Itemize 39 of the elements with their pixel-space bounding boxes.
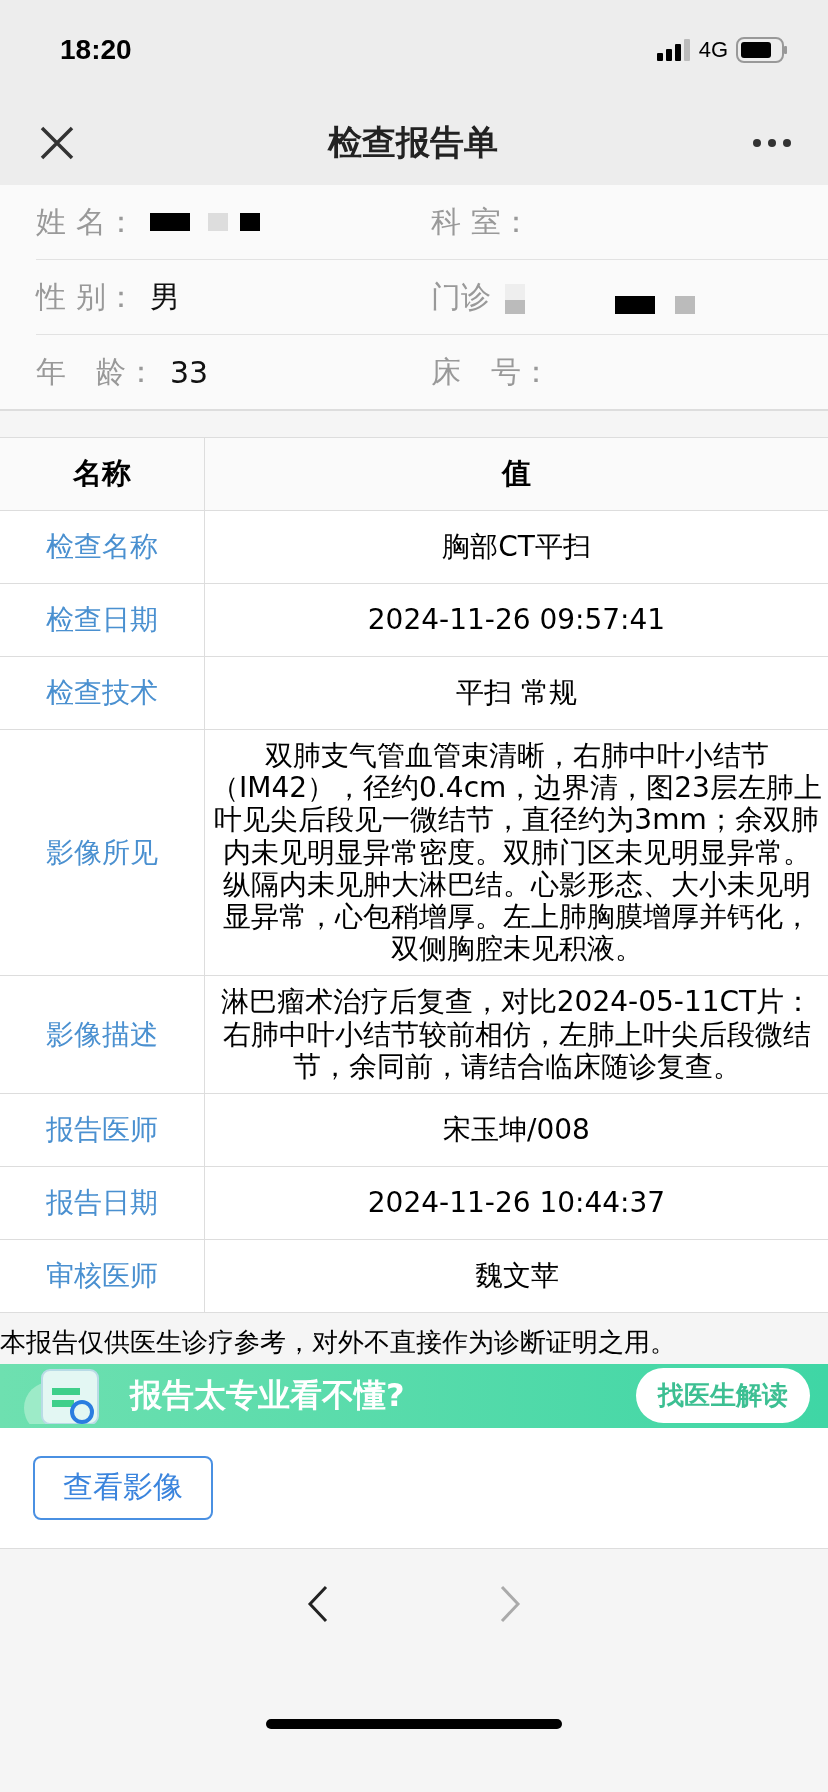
- field-label: 床 号：: [431, 352, 551, 391]
- table-cell-text: 宋玉坤/008: [442, 1111, 591, 1148]
- field-label: 科 室：: [431, 202, 531, 241]
- table-cell-text: 胸部CT平扫: [441, 528, 592, 565]
- network-label: 4G: [698, 37, 728, 63]
- disclaimer-text: 本报告仅供医生诊疗参考，对外不直接作为诊断证明之用。: [0, 1325, 677, 1359]
- more-icon[interactable]: [752, 137, 792, 148]
- table-cell-text: 影像所见: [46, 834, 158, 871]
- field-label: 姓 名：: [36, 202, 136, 241]
- view-images-button[interactable]: 查看影像: [33, 1455, 213, 1520]
- field-value: 男: [149, 277, 180, 316]
- field-label: 性 别：: [36, 277, 136, 316]
- table-cell-text: 检查日期: [46, 602, 158, 638]
- field-label: 年 龄：: [36, 352, 156, 391]
- table-cell-text: 2024-11-26 10:44:37: [366, 1184, 667, 1221]
- consult-button[interactable]: 找医生解读: [636, 1368, 810, 1424]
- status-time: 18:20: [60, 34, 132, 66]
- table-cell-text: 报告医师: [46, 1111, 158, 1148]
- page-title: 检查报告单: [328, 120, 498, 164]
- column-header: 名称: [73, 455, 131, 492]
- signal-icon: [656, 39, 691, 61]
- table-cell-text: 淋巴瘤术治疗后复查，对比2024-05-11CT片：右肺中叶小结节较前相仿，左肺上叶尖后段微结节，余同前，请结合临床随诊复查。: [219, 984, 814, 1085]
- table-cell-text: 影像描述: [46, 1016, 158, 1053]
- table-cell-text: 审核医师: [46, 1257, 158, 1294]
- table-cell-text: 2024-11-26 09:57:41: [366, 601, 667, 638]
- table-cell-text: 检查技术: [46, 675, 158, 711]
- column-header: 值: [502, 455, 531, 492]
- field-label: 门诊: [431, 277, 491, 316]
- battery-icon: [736, 37, 788, 63]
- close-icon[interactable]: [40, 125, 74, 160]
- table-cell-text: 报告日期: [46, 1184, 158, 1221]
- banner-text: 报告太专业看不懂?: [130, 1374, 406, 1416]
- table-cell-text: 魏文苹: [473, 1257, 560, 1294]
- table-cell-text: 平扫 常规: [455, 674, 578, 711]
- table-cell-text: 双肺支气管血管束清晰，右肺中叶小结节（IM42），径约0.4cm，边界清，图23层左肺上叶见尖后段见一微结节，直径约为3mm；余双肺内未见明显异常密度。双肺门区未见明显异常。纵隔内未见肿大淋巴结。心影形态、大小未见明显异常，心包稍增厚。左上肺胸膜增厚并钙化，双侧胸腔未见积液。: [210, 738, 823, 968]
- back-icon[interactable]: [307, 1584, 329, 1623]
- promo-banner[interactable]: 报告太专业看不懂? 找医生解读: [0, 1363, 828, 1428]
- table-cell-text: 检查名称: [46, 529, 158, 565]
- field-value: 33: [170, 354, 209, 390]
